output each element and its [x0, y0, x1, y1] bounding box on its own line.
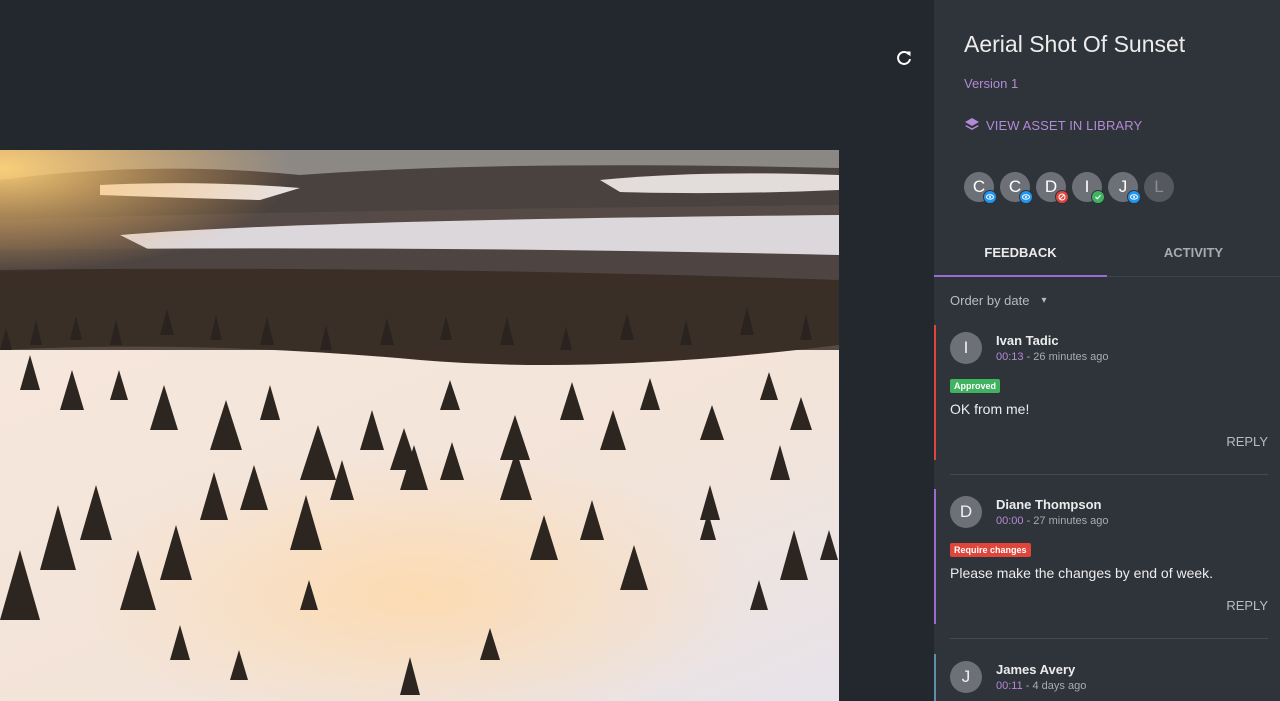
comment-meta: 00:13 - 26 minutes ago: [996, 351, 1109, 363]
blocked-icon: [1055, 190, 1069, 204]
layers-icon: [964, 117, 980, 133]
comment-item: I Ivan Tadic 00:13 - 26 minutes ago Appr…: [934, 325, 1280, 460]
comment-text: Please make the changes by end of week.: [950, 565, 1214, 581]
eye-icon: [983, 190, 997, 204]
avatar: D: [950, 496, 982, 528]
caret-down-icon: ▾: [1041, 295, 1047, 306]
avatar: J: [950, 661, 982, 693]
comment-accent-bar: [934, 325, 936, 460]
version-link[interactable]: Version 1: [964, 76, 1018, 91]
status-badge: Approved: [950, 379, 1001, 393]
tab-activity[interactable]: ACTIVITY: [1107, 230, 1280, 276]
comment-item: J James Avery 00:11 - 4 days ago: [934, 654, 1280, 701]
comment-text: OK from me!: [950, 401, 1030, 417]
avatar-initial: J: [1118, 177, 1128, 196]
comment-time-ago: - 27 minutes ago: [1023, 515, 1109, 527]
divider: [950, 638, 1268, 639]
tab-feedback[interactable]: FEEDBACK: [934, 230, 1107, 277]
video-player[interactable]: [0, 150, 839, 701]
view-asset-label: VIEW ASSET IN LIBRARY: [986, 117, 1143, 133]
comment-time-ago: - 26 minutes ago: [1023, 351, 1109, 363]
avatar: I: [950, 332, 982, 364]
comment-timecode[interactable]: 00:11: [996, 680, 1023, 692]
reviewer-avatar[interactable]: C: [1000, 172, 1033, 204]
comment-accent-bar: [934, 489, 936, 624]
reviewer-avatar[interactable]: I: [1072, 172, 1105, 204]
comment-meta: 00:11 - 4 days ago: [996, 680, 1086, 692]
view-asset-in-library-link[interactable]: VIEW ASSET IN LIBRARY: [964, 117, 1142, 133]
asset-title: Aerial Shot Of Sunset: [964, 31, 1186, 57]
refresh-icon[interactable]: [893, 47, 915, 69]
check-icon: [1091, 190, 1105, 204]
review-panel: Aerial Shot Of Sunset Version 1 VIEW ASS…: [934, 0, 1280, 701]
reply-button[interactable]: REPLY: [1226, 598, 1268, 613]
comment-author: Ivan Tadic: [996, 333, 1059, 348]
status-badge: Require changes: [950, 543, 1031, 557]
comment-author: Diane Thompson: [996, 497, 1102, 512]
reviewer-avatar[interactable]: L: [1144, 172, 1174, 202]
order-by-dropdown[interactable]: Order by date ▾: [950, 293, 1047, 308]
comment-author: James Avery: [996, 662, 1076, 677]
eye-icon: [1127, 190, 1141, 204]
comment-item: D Diane Thompson 00:00 - 27 minutes ago …: [934, 489, 1280, 624]
comment-accent-bar: [934, 654, 936, 701]
avatar-initial: I: [1084, 177, 1090, 196]
reviewer-avatars: C C D I J L: [964, 172, 1180, 204]
reply-button[interactable]: REPLY: [1226, 434, 1268, 449]
comment-timecode[interactable]: 00:13: [996, 351, 1024, 363]
eye-icon: [1019, 190, 1033, 204]
order-by-label: Order by date: [950, 293, 1030, 308]
comment-meta: 00:00 - 27 minutes ago: [996, 515, 1109, 527]
comment-timecode[interactable]: 00:00: [996, 515, 1024, 527]
reviewer-avatar[interactable]: J: [1108, 172, 1141, 204]
reviewer-avatar[interactable]: C: [964, 172, 997, 204]
comment-time-ago: - 4 days ago: [1022, 680, 1087, 692]
avatar-initial: L: [1154, 177, 1164, 196]
reviewer-avatar[interactable]: D: [1036, 172, 1069, 204]
panel-tabs: FEEDBACK ACTIVITY: [934, 230, 1280, 277]
divider: [950, 474, 1268, 475]
media-viewer: [0, 0, 934, 701]
